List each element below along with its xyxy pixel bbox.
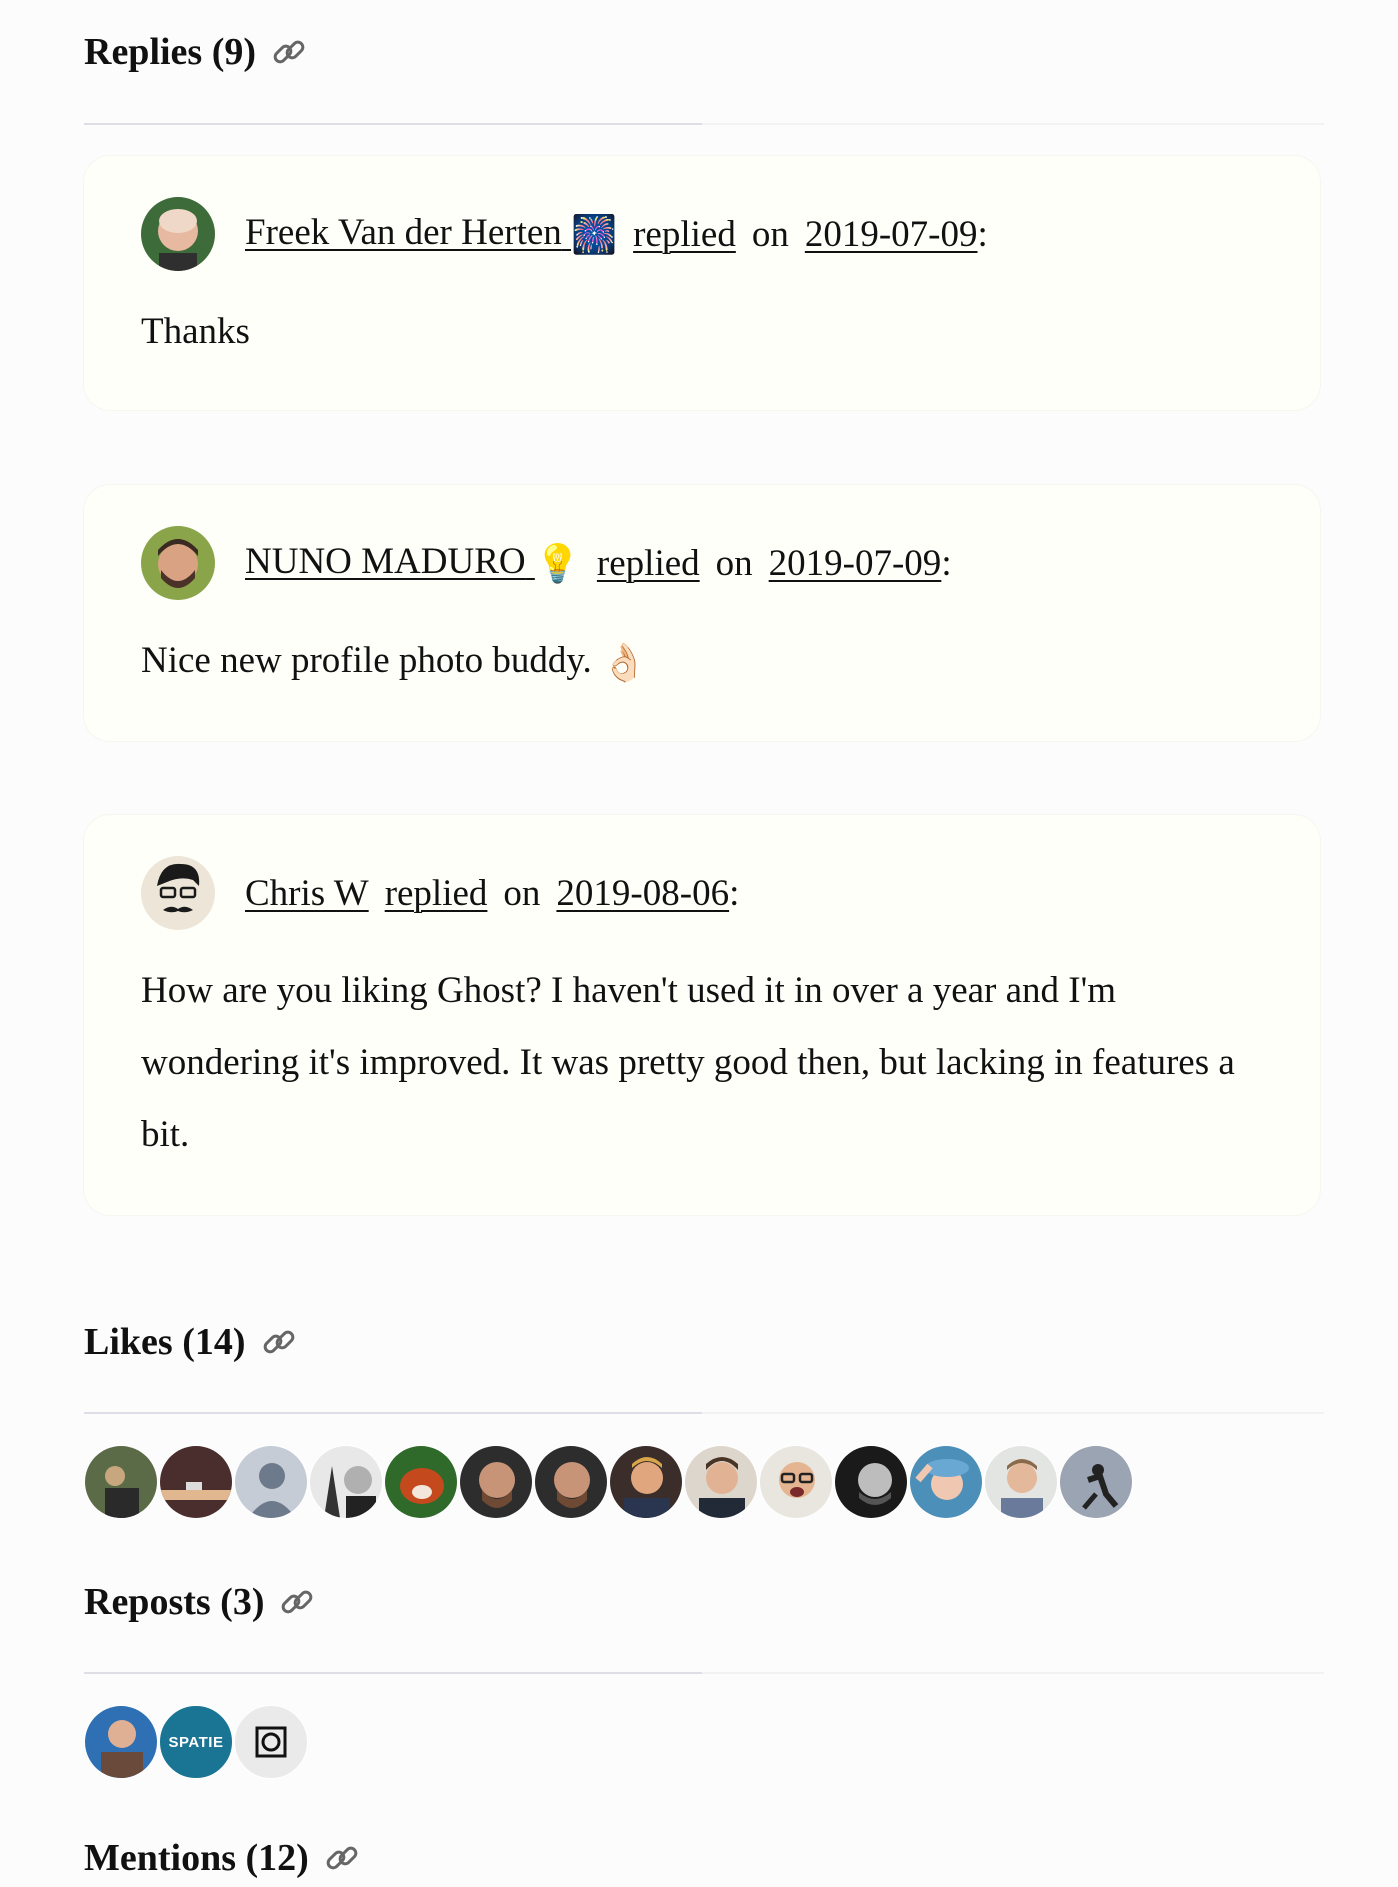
link-icon[interactable] <box>260 1323 298 1361</box>
avatar[interactable] <box>234 1705 308 1779</box>
reply-author-link[interactable]: Freek Van der Herten 🎆 <box>245 211 617 257</box>
avatar[interactable] <box>84 1445 158 1519</box>
reposts-section-header: Reposts (3) <box>84 1580 316 1624</box>
reply-header: NUNO MADURO 💡 replied on 2019-07-09: <box>141 526 952 600</box>
likes-divider <box>84 1412 1324 1414</box>
reply-header: Freek Van der Herten 🎆 replied on 2019-0… <box>141 197 988 271</box>
spatie-logo[interactable]: SPATIE <box>159 1705 233 1779</box>
reposts-heading-text: Reposts (3) <box>84 1581 265 1623</box>
mentions-heading: Mentions (12) <box>84 1836 361 1880</box>
likes-section-header: Likes (14) <box>84 1320 298 1364</box>
avatar[interactable] <box>909 1445 983 1519</box>
likes-facepile <box>84 1445 1134 1519</box>
avatar[interactable] <box>534 1445 608 1519</box>
reply-date-link[interactable]: 2019-07-09 <box>805 213 978 256</box>
avatar[interactable] <box>684 1445 758 1519</box>
lightbulb-icon: 💡 <box>534 544 581 585</box>
avatar[interactable] <box>141 526 215 600</box>
on-label: on <box>751 213 789 255</box>
avatar[interactable] <box>1059 1445 1133 1519</box>
reply-body: Thanks <box>141 296 1261 368</box>
reposts-divider <box>84 1672 1324 1674</box>
reposts-heading: Reposts (3) <box>84 1580 316 1624</box>
avatar[interactable] <box>984 1445 1058 1519</box>
colon: : <box>977 213 988 255</box>
on-label: on <box>503 872 541 914</box>
link-icon[interactable] <box>278 1583 316 1621</box>
avatar[interactable] <box>159 1445 233 1519</box>
avatar[interactable] <box>834 1445 908 1519</box>
colon: : <box>941 542 952 584</box>
avatar[interactable] <box>234 1445 308 1519</box>
reply-body-text: Nice new profile photo buddy. <box>141 640 592 681</box>
reply-card: Freek Van der Herten 🎆 replied on 2019-0… <box>84 156 1320 410</box>
replies-section-header: Replies (9) <box>84 30 308 74</box>
colon: : <box>729 872 740 914</box>
avatar[interactable] <box>609 1445 683 1519</box>
reply-permalink[interactable]: replied <box>385 872 488 915</box>
avatar[interactable] <box>459 1445 533 1519</box>
likes-heading-text: Likes (14) <box>84 1321 246 1363</box>
mentions-section-header: Mentions (12) <box>84 1836 361 1880</box>
reply-author-link[interactable]: Chris W <box>245 872 369 915</box>
reply-card: Chris W replied on 2019-08-06: How are y… <box>84 815 1320 1215</box>
on-label: on <box>715 542 753 584</box>
spatie-logo-text: SPATIE <box>168 1733 224 1751</box>
avatar[interactable] <box>759 1445 833 1519</box>
avatar[interactable] <box>84 1705 158 1779</box>
reply-body-text: How are you liking Ghost? I haven't used… <box>141 970 1235 1155</box>
avatar[interactable] <box>141 197 215 271</box>
replies-heading: Replies (9) <box>84 30 308 74</box>
reply-card: NUNO MADURO 💡 replied on 2019-07-09: Nic… <box>84 485 1320 741</box>
replies-divider <box>84 123 1324 125</box>
reply-body: How are you liking Ghost? I haven't used… <box>141 955 1261 1171</box>
ok-hand-icon: 👌🏻 <box>601 642 648 684</box>
reply-permalink[interactable]: replied <box>633 213 736 256</box>
likes-heading: Likes (14) <box>84 1320 298 1364</box>
reply-body-text: Thanks <box>141 311 250 352</box>
reply-header: Chris W replied on 2019-08-06: <box>141 856 739 930</box>
reply-body: Nice new profile photo buddy. 👌🏻 <box>141 625 1261 700</box>
link-icon[interactable] <box>323 1839 361 1877</box>
link-icon[interactable] <box>270 33 308 71</box>
replies-heading-text: Replies (9) <box>84 31 257 73</box>
reply-date-link[interactable]: 2019-07-09 <box>769 542 942 585</box>
reply-author-link[interactable]: NUNO MADURO 💡 <box>245 540 581 586</box>
reply-permalink[interactable]: replied <box>597 542 700 585</box>
avatar[interactable] <box>309 1445 383 1519</box>
reposts-facepile: SPATIE <box>84 1705 309 1779</box>
avatar[interactable] <box>384 1445 458 1519</box>
avatar[interactable] <box>141 856 215 930</box>
mentions-heading-text: Mentions (12) <box>84 1837 309 1879</box>
reply-date-link[interactable]: 2019-08-06 <box>556 872 729 915</box>
fireworks-icon: 🎆 <box>571 215 618 256</box>
